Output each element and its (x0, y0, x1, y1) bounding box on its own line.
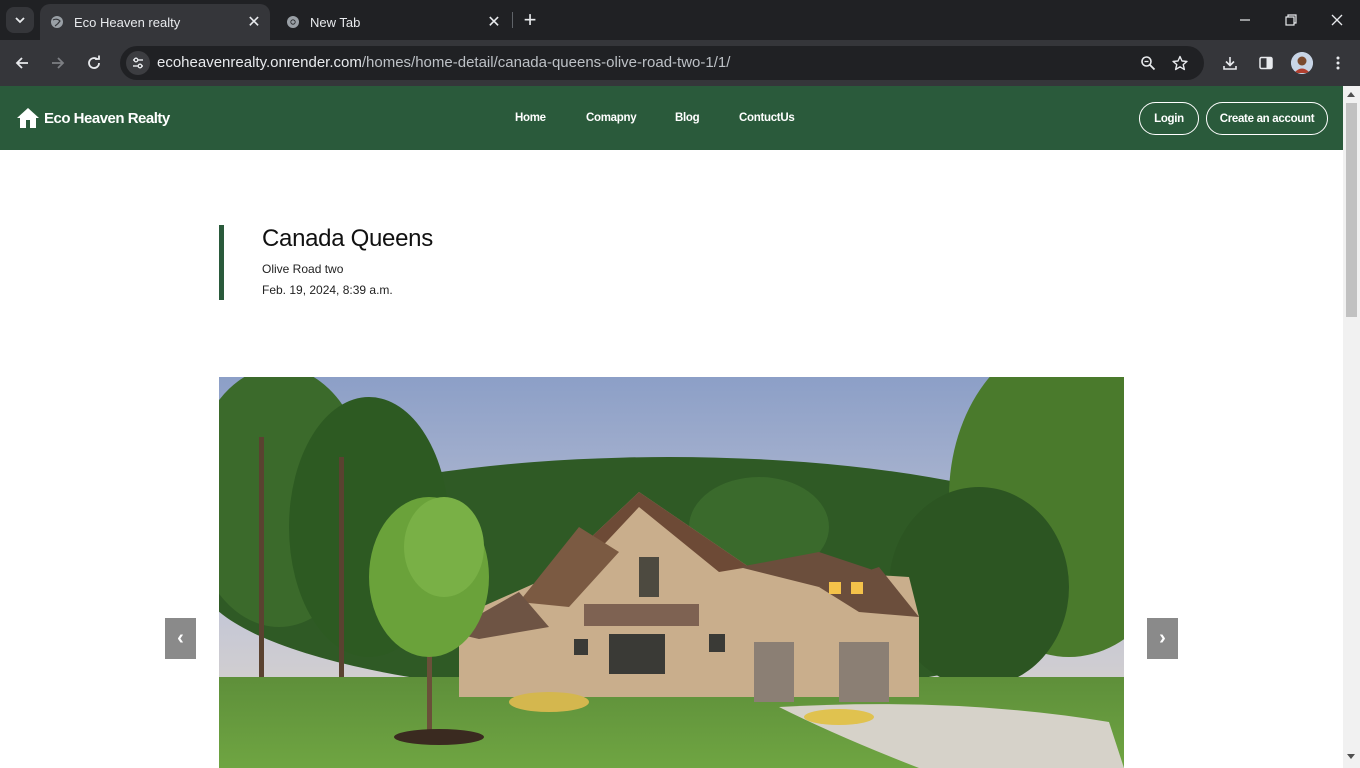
page-scrollbar[interactable] (1343, 86, 1360, 768)
listing-address: Olive Road two (262, 262, 344, 276)
browser-toolbar: ecoheavenrealty.onrender.com/homes/home-… (0, 40, 1360, 86)
tab-inactive[interactable]: New Tab ✕ (276, 4, 510, 40)
profile-avatar[interactable] (1291, 52, 1313, 74)
url-path: /homes/home-detail/canada-queens-olive-r… (361, 54, 731, 71)
login-button[interactable]: Login (1139, 102, 1199, 135)
restore-button[interactable] (1268, 0, 1314, 40)
carousel-next-button[interactable]: › (1147, 618, 1178, 659)
chrome-icon (286, 15, 300, 29)
nav-blog[interactable]: Blog (675, 112, 700, 124)
address-bar[interactable]: ecoheavenrealty.onrender.com/homes/home-… (120, 46, 1204, 80)
star-icon[interactable] (1168, 51, 1192, 75)
close-icon[interactable]: ✕ (484, 12, 504, 32)
brand-logo[interactable]: Eco Heaven Realty (16, 107, 170, 129)
site-navbar: Eco Heaven Realty Home Comapny Blog Cont… (0, 86, 1343, 150)
create-account-button[interactable]: Create an account (1206, 102, 1328, 135)
site-info-icon[interactable] (126, 51, 150, 75)
zoom-icon[interactable] (1136, 51, 1160, 75)
close-window-button[interactable] (1314, 0, 1360, 40)
close-icon[interactable]: ✕ (244, 12, 264, 32)
restore-icon (1285, 14, 1297, 26)
url-host: ecoheavenrealty.onrender.com (157, 54, 362, 71)
nav-contact[interactable]: ContuctUs (739, 112, 795, 124)
listing-title: Canada Queens (262, 225, 433, 252)
scroll-up-icon[interactable] (1347, 92, 1355, 97)
side-panel-icon[interactable] (1254, 51, 1278, 75)
minimize-button[interactable] (1222, 0, 1268, 40)
reload-button[interactable] (80, 49, 108, 77)
scroll-thumb[interactable] (1346, 103, 1357, 317)
tab-title: New Tab (310, 14, 361, 30)
download-icon[interactable] (1218, 51, 1242, 75)
chevron-down-icon (15, 17, 25, 24)
page-viewport: Eco Heaven Realty Home Comapny Blog Cont… (0, 86, 1343, 768)
arrow-left-icon (15, 57, 28, 69)
url-text: ecoheavenrealty.onrender.com/homes/home-… (157, 54, 730, 71)
forward-button[interactable] (44, 49, 72, 77)
back-button[interactable] (8, 49, 36, 77)
browser-tab-bar: Eco Heaven realty ✕ New Tab ✕ + (0, 0, 1360, 40)
tab-title: Eco Heaven realty (74, 14, 181, 30)
reload-icon (88, 55, 100, 69)
house-photo (219, 377, 1124, 768)
house-icon (17, 108, 39, 128)
tab-separator (512, 12, 513, 28)
nav-home[interactable]: Home (515, 112, 546, 124)
minimize-icon (1240, 19, 1250, 21)
carousel-prev-button[interactable]: ‹ (165, 618, 196, 659)
nav-company[interactable]: Comapny (586, 112, 637, 124)
arrow-right-icon (52, 57, 65, 69)
listing-date: Feb. 19, 2024, 8:39 a.m. (262, 283, 393, 297)
new-tab-button[interactable]: + (518, 7, 542, 32)
brand-name: Eco Heaven Realty (44, 109, 170, 127)
scroll-down-icon[interactable] (1347, 754, 1355, 759)
listing-photo (219, 377, 1124, 768)
globe-icon (50, 15, 64, 29)
tab-search-button[interactable] (6, 7, 34, 33)
tab-active[interactable]: Eco Heaven realty ✕ (40, 4, 270, 40)
listing-header: Canada Queens Olive Road two Feb. 19, 20… (219, 225, 433, 300)
close-icon (1331, 14, 1343, 26)
more-menu-icon[interactable] (1326, 51, 1350, 75)
